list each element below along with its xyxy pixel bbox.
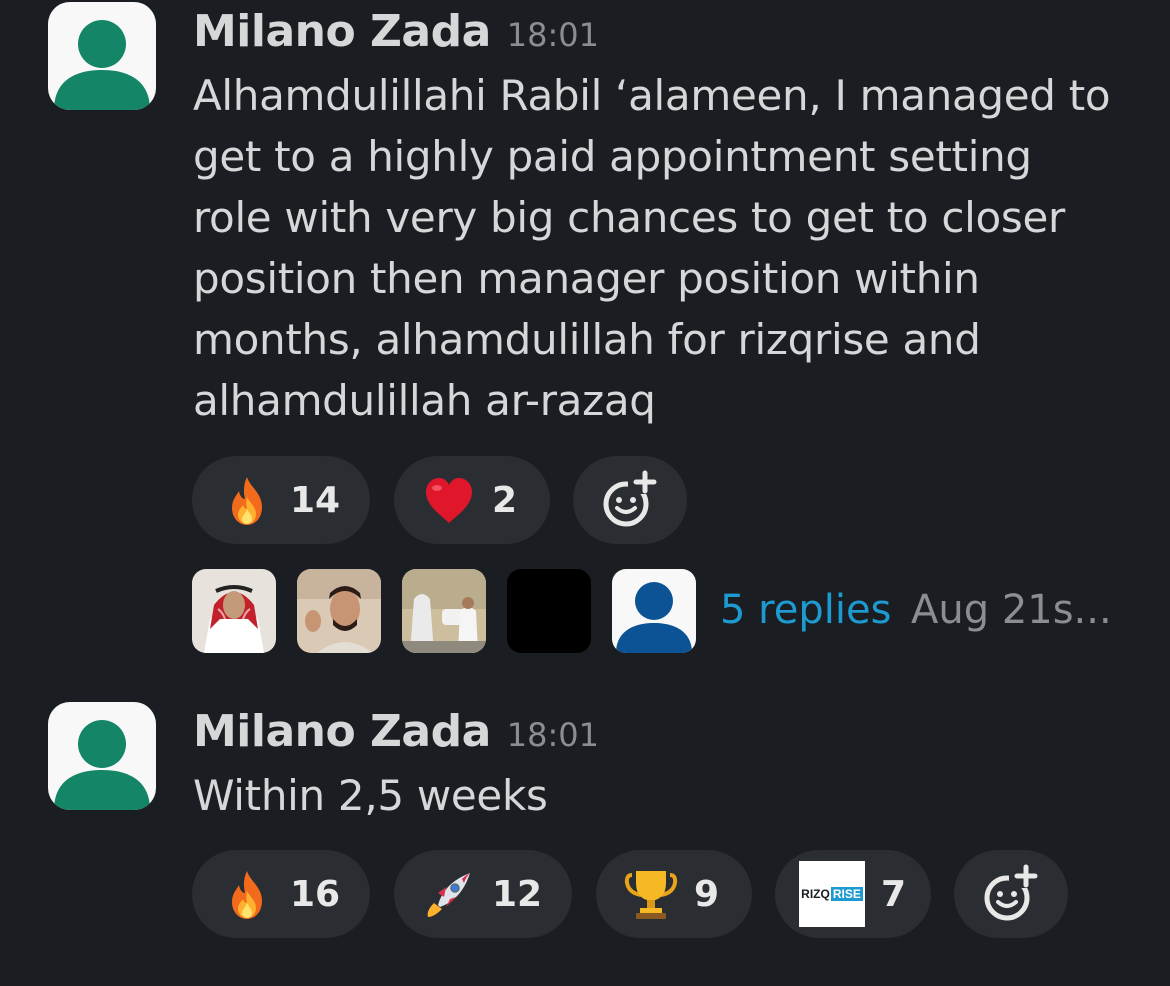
reaction-count: 2 <box>492 479 518 521</box>
author-avatar[interactable] <box>48 2 156 110</box>
message-1: Milano Zada 18:01 Alhamdulillahi Rabil ‘… <box>0 0 1170 660</box>
reply-avatar-1 <box>192 569 276 653</box>
reaction-fire[interactable]: 14 <box>192 456 370 544</box>
trophy-icon <box>624 867 678 921</box>
default-user-icon <box>616 582 692 653</box>
message-header: Milano Zada 18:01 <box>193 6 599 57</box>
rizqrise-logo-icon: RIZQ RISE <box>799 861 865 927</box>
message-text: Within 2,5 weeks <box>193 771 548 820</box>
reply-avatar-3 <box>402 569 486 653</box>
message-text: Alhamdulillahi Rabil ‘alameen, I managed… <box>193 71 1111 425</box>
reaction-heart[interactable]: 2 <box>394 456 550 544</box>
message-2: Milano Zada 18:01 Within 2,5 weeks 16 12… <box>0 700 1170 986</box>
add-reaction-button[interactable] <box>954 850 1068 938</box>
default-user-icon <box>54 20 150 110</box>
reply-avatar-4 <box>507 569 591 653</box>
reaction-count: 7 <box>881 873 907 915</box>
reply-avatar-5 <box>612 569 696 653</box>
reply-avatar-2 <box>297 569 381 653</box>
reaction-count: 16 <box>290 873 341 915</box>
fire-icon <box>220 867 274 921</box>
add-reaction-button[interactable] <box>573 456 687 544</box>
reaction-count: 12 <box>492 873 543 915</box>
add-emoji-icon <box>984 864 1039 921</box>
author-name[interactable]: Milano Zada <box>193 6 491 57</box>
add-emoji-icon <box>603 470 658 527</box>
author-name[interactable]: Milano Zada <box>193 706 491 757</box>
rocket-icon <box>422 867 476 921</box>
reaction-count: 14 <box>290 479 341 521</box>
red-heart-icon <box>422 473 476 527</box>
fire-icon <box>220 473 274 527</box>
reaction-trophy[interactable]: 9 <box>596 850 752 938</box>
author-avatar[interactable] <box>48 702 156 810</box>
message-time[interactable]: 18:01 <box>507 16 599 54</box>
message-time[interactable]: 18:01 <box>507 716 599 754</box>
reaction-rocket[interactable]: 12 <box>394 850 572 938</box>
reaction-count: 9 <box>694 873 720 915</box>
reaction-fire[interactable]: 16 <box>192 850 370 938</box>
default-user-icon <box>54 720 150 810</box>
message-header: Milano Zada 18:01 <box>193 706 599 757</box>
last-reply-time: Aug 21s... <box>911 587 1112 633</box>
replies-link[interactable]: 5 replies <box>720 587 891 633</box>
reaction-rizqrise[interactable]: RIZQ RISE 7 <box>775 850 931 938</box>
